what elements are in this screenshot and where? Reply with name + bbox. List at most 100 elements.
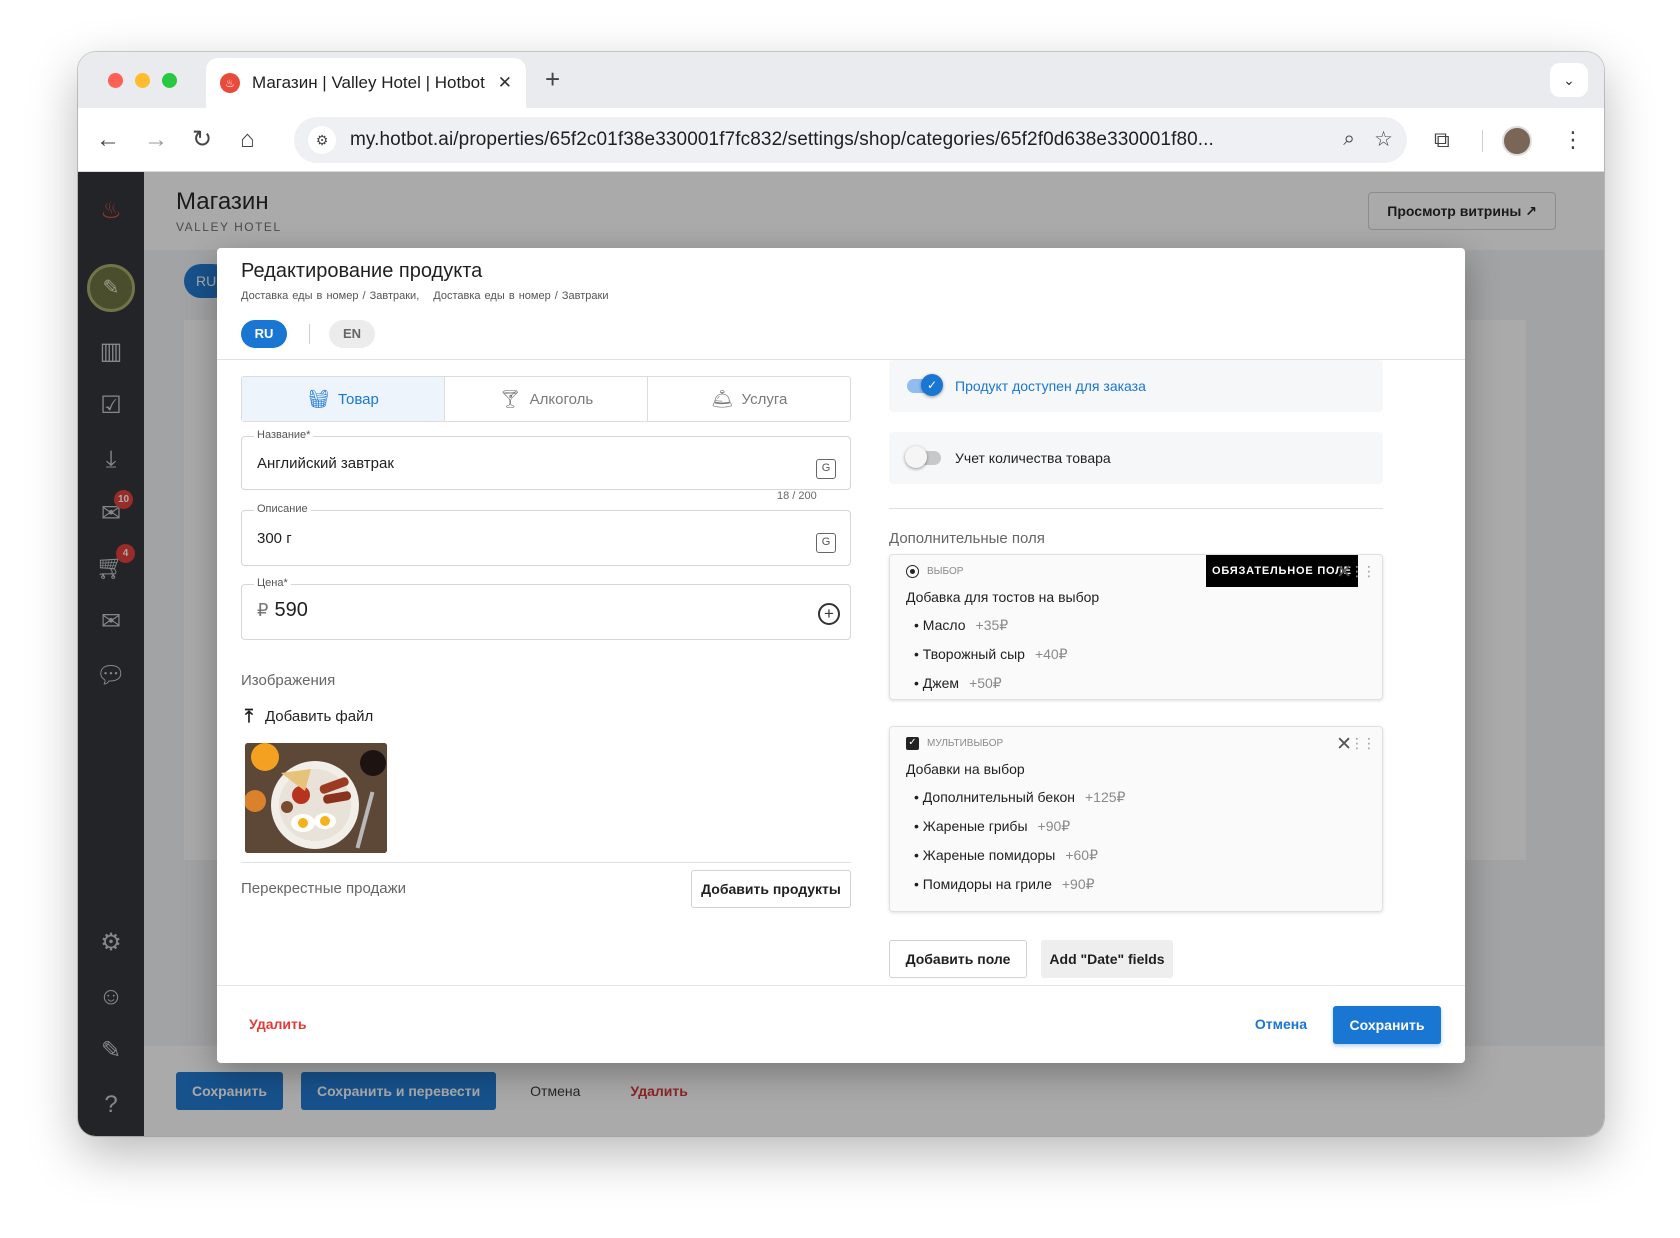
- lang-tab-en[interactable]: EN: [329, 320, 375, 348]
- modal-header: Редактирование продукта Доставка еды в н…: [217, 248, 1465, 360]
- add-field-button[interactable]: Добавить поле: [889, 940, 1027, 978]
- product-image-thumbnail[interactable]: [245, 743, 387, 853]
- checkbox-icon: ✓: [906, 737, 919, 750]
- option-kind: ВЫБОР: [906, 565, 963, 578]
- option-item: • Творожный сыр +40₽: [914, 646, 1068, 662]
- description-field[interactable]: Описание 300 г G: [241, 503, 851, 566]
- maximize-window-button[interactable]: [162, 73, 177, 88]
- option-item-price: +125₽: [1085, 789, 1126, 805]
- add-file-label: Добавить файл: [264, 708, 374, 725]
- modal-footer: Удалить Отмена Сохранить: [217, 985, 1465, 1063]
- translate-icon[interactable]: G: [816, 533, 836, 553]
- basket-icon: 🧺︎: [307, 388, 331, 409]
- option-item-name: Помидоры на гриле: [922, 876, 1052, 892]
- browser-window: ♨ Магазин | Valley Hotel | Hotbot ✕ + ⌄ …: [78, 52, 1604, 1136]
- extra-fields-label: Дополнительные поля: [889, 530, 1045, 547]
- option-name: Добавки на выбор: [906, 761, 1025, 777]
- browser-tab[interactable]: ♨ Магазин | Valley Hotel | Hotbot ✕: [206, 58, 526, 108]
- tab-search-dropdown-icon[interactable]: ⌄: [1550, 63, 1588, 97]
- option-item-price: +35₽: [975, 617, 1009, 633]
- option-item-name: Жареные помидоры: [922, 847, 1056, 863]
- name-label: Название*: [254, 429, 314, 441]
- toolbar-divider: [1482, 130, 1483, 152]
- option-card-choice[interactable]: ВЫБОР ОБЯЗАТЕЛЬНОЕ ПОЛЕ ✕ ⋮⋮ Добавка для…: [889, 554, 1383, 700]
- check-icon: ✓: [921, 374, 943, 396]
- breakfast-plate-image: [245, 743, 387, 853]
- option-item-price: +40₽: [1034, 646, 1068, 662]
- price-label: Цена*: [254, 577, 291, 589]
- name-field[interactable]: Название* Английский завтрак G: [241, 429, 851, 490]
- url-text[interactable]: my.hotbot.ai/properties/65f2c01f38e33000…: [350, 129, 1310, 151]
- option-kind-label: МУЛЬТИВЫБОР: [927, 738, 1004, 749]
- option-item: • Масло +35₽: [914, 617, 1009, 633]
- delete-product-button[interactable]: Удалить: [249, 1016, 306, 1032]
- price-value: 590: [274, 599, 308, 621]
- close-window-button[interactable]: [108, 73, 123, 88]
- lang-divider: [309, 324, 310, 344]
- toggle-knob: [905, 446, 927, 468]
- option-item-price: +50₽: [969, 675, 1002, 691]
- cross-sales-label: Перекрестные продажи: [241, 880, 406, 897]
- add-products-button[interactable]: Добавить продукты: [691, 870, 851, 908]
- description-label: Описание: [254, 503, 311, 515]
- lang-tab-ru[interactable]: RU: [241, 320, 287, 348]
- option-item: • Жареные помидоры +60₽: [914, 847, 1098, 863]
- cocktail-glass-icon: 🍸︎: [498, 388, 522, 409]
- option-item-name: Дополнительный бекон: [922, 789, 1075, 805]
- edit-product-modal: Редактирование продукта Доставка еды в н…: [217, 248, 1465, 1063]
- tab-service[interactable]: 🛎︎ Услуга: [647, 377, 850, 421]
- stock-toggle-row[interactable]: Учет количества товара: [889, 432, 1383, 484]
- bookmark-star-icon[interactable]: ☆: [1374, 127, 1393, 152]
- available-toggle[interactable]: ✓: [907, 374, 943, 396]
- drag-handle-icon[interactable]: ⋮⋮: [1350, 563, 1376, 580]
- reload-icon[interactable]: ↻: [192, 126, 212, 154]
- modal-title: Редактирование продукта: [241, 260, 483, 282]
- extensions-puzzle-icon[interactable]: ⧉: [1434, 126, 1450, 154]
- minimize-window-button[interactable]: [135, 73, 150, 88]
- option-item-price: +90₽: [1037, 818, 1071, 834]
- back-arrow-icon[interactable]: ←: [96, 126, 120, 154]
- option-item: • Дополнительный бекон +125₽: [914, 789, 1126, 805]
- product-type-tabs: 🧺︎ Товар 🍸︎ Алкоголь 🛎︎ Услуга: [241, 376, 851, 422]
- option-name: Добавка для тостов на выбор: [906, 589, 1100, 605]
- option-item: • Джем +50₽: [914, 675, 1002, 691]
- forward-arrow-icon[interactable]: →: [144, 126, 168, 154]
- stock-toggle-label: Учет количества товара: [955, 450, 1111, 466]
- required-badge: ОБЯЗАТЕЛЬНОЕ ПОЛЕ: [1206, 555, 1358, 587]
- option-item-price: +90₽: [1061, 876, 1095, 892]
- translate-icon[interactable]: G: [816, 459, 836, 479]
- option-card-multichoice[interactable]: ✓ МУЛЬТИВЫБОР ✕ ⋮⋮ Добавки на выбор • Доп…: [889, 726, 1383, 912]
- zoom-icon[interactable]: ⌕: [1343, 127, 1355, 151]
- browser-toolbar: ← → ↻ ⌂ ⚙ my.hotbot.ai/properties/65f2c0…: [78, 108, 1604, 172]
- currency-symbol: ₽: [257, 600, 269, 620]
- option-item: • Жареные грибы +90₽: [914, 818, 1071, 834]
- add-file-button[interactable]: ⤒ Добавить файл: [245, 706, 373, 727]
- add-date-fields-button[interactable]: Add "Date" fields: [1041, 940, 1173, 978]
- cancel-button[interactable]: Отмена: [1255, 1016, 1307, 1032]
- address-bar[interactable]: ⚙ my.hotbot.ai/properties/65f2c01f38e330…: [294, 117, 1407, 163]
- tab-title: Магазин | Valley Hotel | Hotbot: [252, 73, 485, 92]
- profile-avatar[interactable]: [1502, 126, 1532, 156]
- tab-close-icon[interactable]: ✕: [498, 73, 512, 93]
- site-settings-icon[interactable]: ⚙: [308, 126, 336, 154]
- save-button[interactable]: Сохранить: [1333, 1006, 1441, 1044]
- breadcrumb-item: Доставка еды в номер / Завтраки,: [241, 290, 420, 302]
- description-value: 300 г: [257, 530, 292, 547]
- tab-alcohol[interactable]: 🍸︎ Алкоголь: [444, 377, 647, 421]
- available-toggle-row[interactable]: ✓ Продукт доступен для заказа: [889, 360, 1383, 412]
- browser-menu-icon[interactable]: ⋮: [1562, 126, 1584, 154]
- tab-bar: ♨ Магазин | Valley Hotel | Hotbot ✕ + ⌄: [78, 52, 1604, 108]
- stock-toggle[interactable]: [905, 446, 941, 468]
- drag-handle-icon[interactable]: ⋮⋮: [1350, 735, 1376, 752]
- price-field[interactable]: Цена* ₽590 +: [241, 577, 851, 640]
- new-tab-button[interactable]: +: [545, 64, 560, 95]
- option-kind-label: ВЫБОР: [927, 566, 964, 577]
- breadcrumb: Доставка еды в номер / Завтраки, Доставка…: [241, 290, 622, 302]
- char-counter: 18 / 200: [777, 490, 817, 502]
- add-price-icon[interactable]: +: [818, 603, 840, 625]
- tab-product[interactable]: 🧺︎ Товар: [242, 377, 444, 421]
- available-toggle-label: Продукт доступен для заказа: [955, 378, 1146, 394]
- upload-icon: ⤒: [245, 706, 253, 726]
- section-divider: [889, 508, 1383, 509]
- home-icon[interactable]: ⌂: [240, 126, 255, 154]
